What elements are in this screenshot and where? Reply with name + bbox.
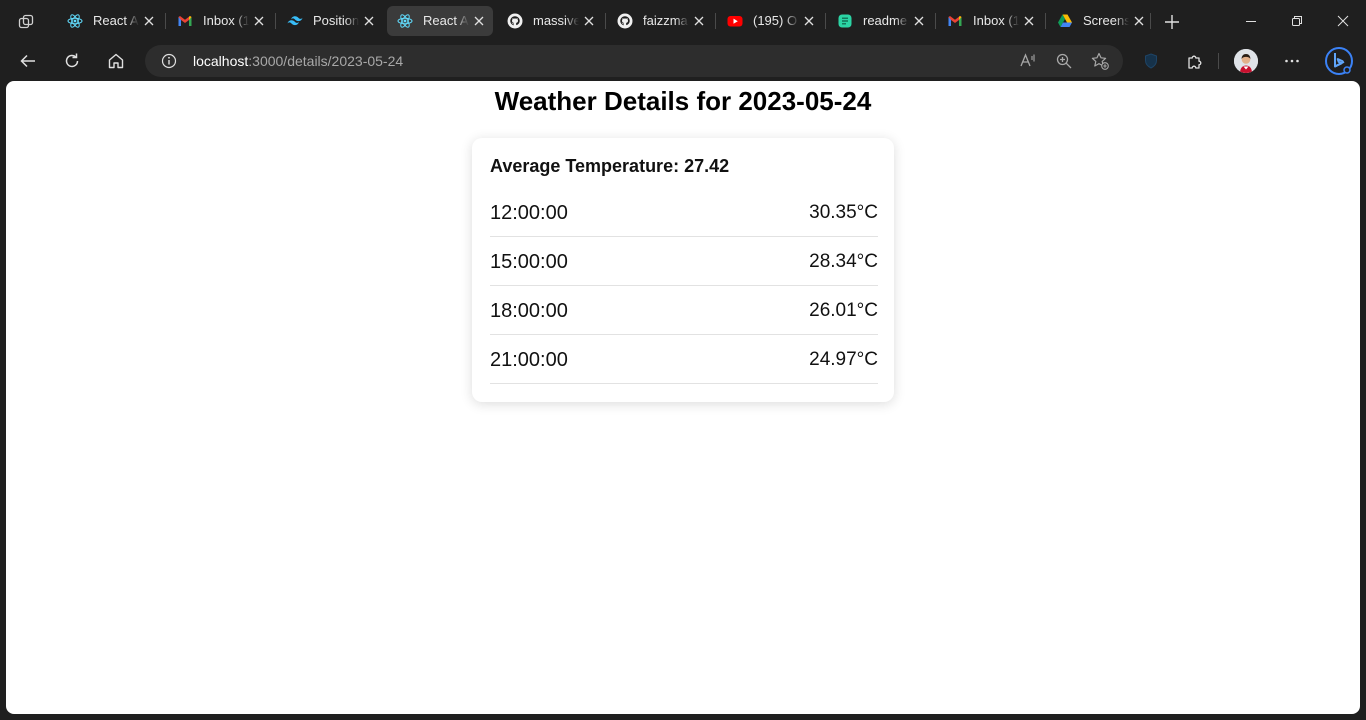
tab-title: Screensh bbox=[1083, 13, 1129, 28]
page-viewport: Weather Details for 2023-05-24 Average T… bbox=[6, 81, 1360, 714]
github-icon bbox=[617, 13, 633, 29]
tab-google-drive[interactable]: Screensh bbox=[1047, 6, 1153, 36]
tab-separator bbox=[935, 13, 936, 29]
tab-title: React App bbox=[93, 13, 139, 28]
extension-shield-icon[interactable] bbox=[1137, 47, 1165, 75]
tab-separator bbox=[165, 13, 166, 29]
url-path: :3000/details/2023-05-24 bbox=[248, 53, 404, 69]
tab-title: Inbox (1 bbox=[203, 13, 249, 28]
address-bar[interactable]: localhost:3000/details/2023-05-24 bbox=[145, 45, 1123, 77]
close-icon[interactable] bbox=[1131, 13, 1147, 29]
add-favorite-star-icon[interactable] bbox=[1090, 51, 1110, 71]
tab-separator bbox=[715, 13, 716, 29]
forecast-temp: 26.01°C bbox=[809, 300, 878, 321]
tailwind-icon bbox=[287, 13, 303, 29]
weather-card: Average Temperature: 27.42 12:00:00 30.3… bbox=[472, 138, 894, 402]
toolbar-separator bbox=[1218, 53, 1219, 69]
forecast-temp: 30.35°C bbox=[809, 202, 878, 223]
tab-readme[interactable]: readme bbox=[827, 6, 933, 36]
back-arrow-icon[interactable] bbox=[14, 47, 42, 75]
forecast-row: 21:00:00 24.97°C bbox=[490, 335, 878, 384]
tab-title: (195) O bbox=[753, 13, 798, 28]
forecast-time: 15:00:00 bbox=[490, 251, 568, 273]
forecast-row: 15:00:00 28.34°C bbox=[490, 237, 878, 286]
gmail-icon bbox=[177, 13, 193, 29]
close-icon[interactable] bbox=[801, 13, 817, 29]
tab-separator bbox=[275, 13, 276, 29]
close-icon[interactable] bbox=[691, 13, 707, 29]
readme-icon bbox=[837, 13, 853, 29]
tab-title: faizzman bbox=[643, 13, 689, 28]
tab-strip: React App Inbox (1 Position React App ma… bbox=[0, 0, 1366, 42]
home-icon[interactable] bbox=[102, 47, 130, 75]
react-icon bbox=[67, 13, 83, 29]
site-info-icon[interactable] bbox=[160, 52, 178, 70]
more-options-icon[interactable] bbox=[1278, 47, 1306, 75]
tab-title: readme bbox=[863, 13, 908, 28]
tab-separator bbox=[605, 13, 606, 29]
tab-title: React App bbox=[423, 13, 469, 28]
forecast-temp: 28.34°C bbox=[809, 251, 878, 272]
refresh-icon[interactable] bbox=[58, 47, 86, 75]
tab-separator bbox=[1045, 13, 1046, 29]
close-icon[interactable] bbox=[361, 13, 377, 29]
gmail-icon bbox=[947, 13, 963, 29]
close-icon[interactable] bbox=[471, 13, 487, 29]
google-drive-icon bbox=[1057, 13, 1073, 29]
tab-gmail-inbox-2[interactable]: Inbox (1 bbox=[937, 6, 1043, 36]
extensions-puzzle-icon[interactable] bbox=[1181, 47, 1209, 75]
forecast-time: 18:00:00 bbox=[490, 300, 568, 322]
read-aloud-icon[interactable] bbox=[1018, 51, 1038, 71]
page-title: Weather Details for 2023-05-24 bbox=[494, 86, 872, 116]
close-icon[interactable] bbox=[251, 13, 267, 29]
youtube-icon bbox=[727, 13, 743, 29]
tab-title: Inbox (1 bbox=[973, 13, 1019, 28]
github-icon bbox=[507, 13, 523, 29]
profile-avatar[interactable] bbox=[1234, 49, 1258, 73]
react-icon bbox=[397, 13, 413, 29]
close-icon[interactable] bbox=[911, 13, 927, 29]
forecast-time: 21:00:00 bbox=[490, 349, 568, 371]
tab-github-faizzman[interactable]: faizzman bbox=[607, 6, 713, 36]
url-text[interactable]: localhost:3000/details/2023-05-24 bbox=[193, 53, 403, 69]
average-temperature: Average Temperature: 27.42 bbox=[490, 156, 730, 176]
forecast-time: 12:00:00 bbox=[490, 202, 568, 224]
tab-title: Position bbox=[313, 13, 359, 28]
tab-gmail-inbox[interactable]: Inbox (1 bbox=[167, 6, 273, 36]
new-tab-plus-icon[interactable] bbox=[1160, 10, 1184, 34]
tab-youtube[interactable]: (195) O bbox=[717, 6, 823, 36]
close-icon[interactable] bbox=[141, 13, 157, 29]
url-host: localhost bbox=[193, 53, 249, 69]
forecast-row: 12:00:00 30.35°C bbox=[490, 188, 878, 237]
forecast-temp: 24.97°C bbox=[809, 349, 878, 370]
close-icon[interactable] bbox=[581, 13, 597, 29]
tab-title: massive bbox=[533, 13, 579, 28]
forecast-row: 18:00:00 26.01°C bbox=[490, 286, 878, 335]
browser-toolbar: localhost:3000/details/2023-05-24 bbox=[0, 42, 1366, 80]
minimize-icon[interactable] bbox=[1228, 6, 1274, 36]
workspaces-icon[interactable] bbox=[14, 10, 38, 34]
tab-position[interactable]: Position bbox=[277, 6, 383, 36]
zoom-icon[interactable] bbox=[1054, 51, 1074, 71]
tab-separator bbox=[825, 13, 826, 29]
bing-copilot-icon[interactable] bbox=[1323, 45, 1355, 77]
tab-separator bbox=[1150, 13, 1151, 29]
restore-icon[interactable] bbox=[1274, 6, 1320, 36]
close-icon[interactable] bbox=[1021, 13, 1037, 29]
tab-react-app-active[interactable]: React App bbox=[387, 6, 493, 36]
tab-react-app[interactable]: React App bbox=[57, 6, 163, 36]
close-window-icon[interactable] bbox=[1320, 6, 1366, 36]
tab-github-massive[interactable]: massive bbox=[497, 6, 603, 36]
